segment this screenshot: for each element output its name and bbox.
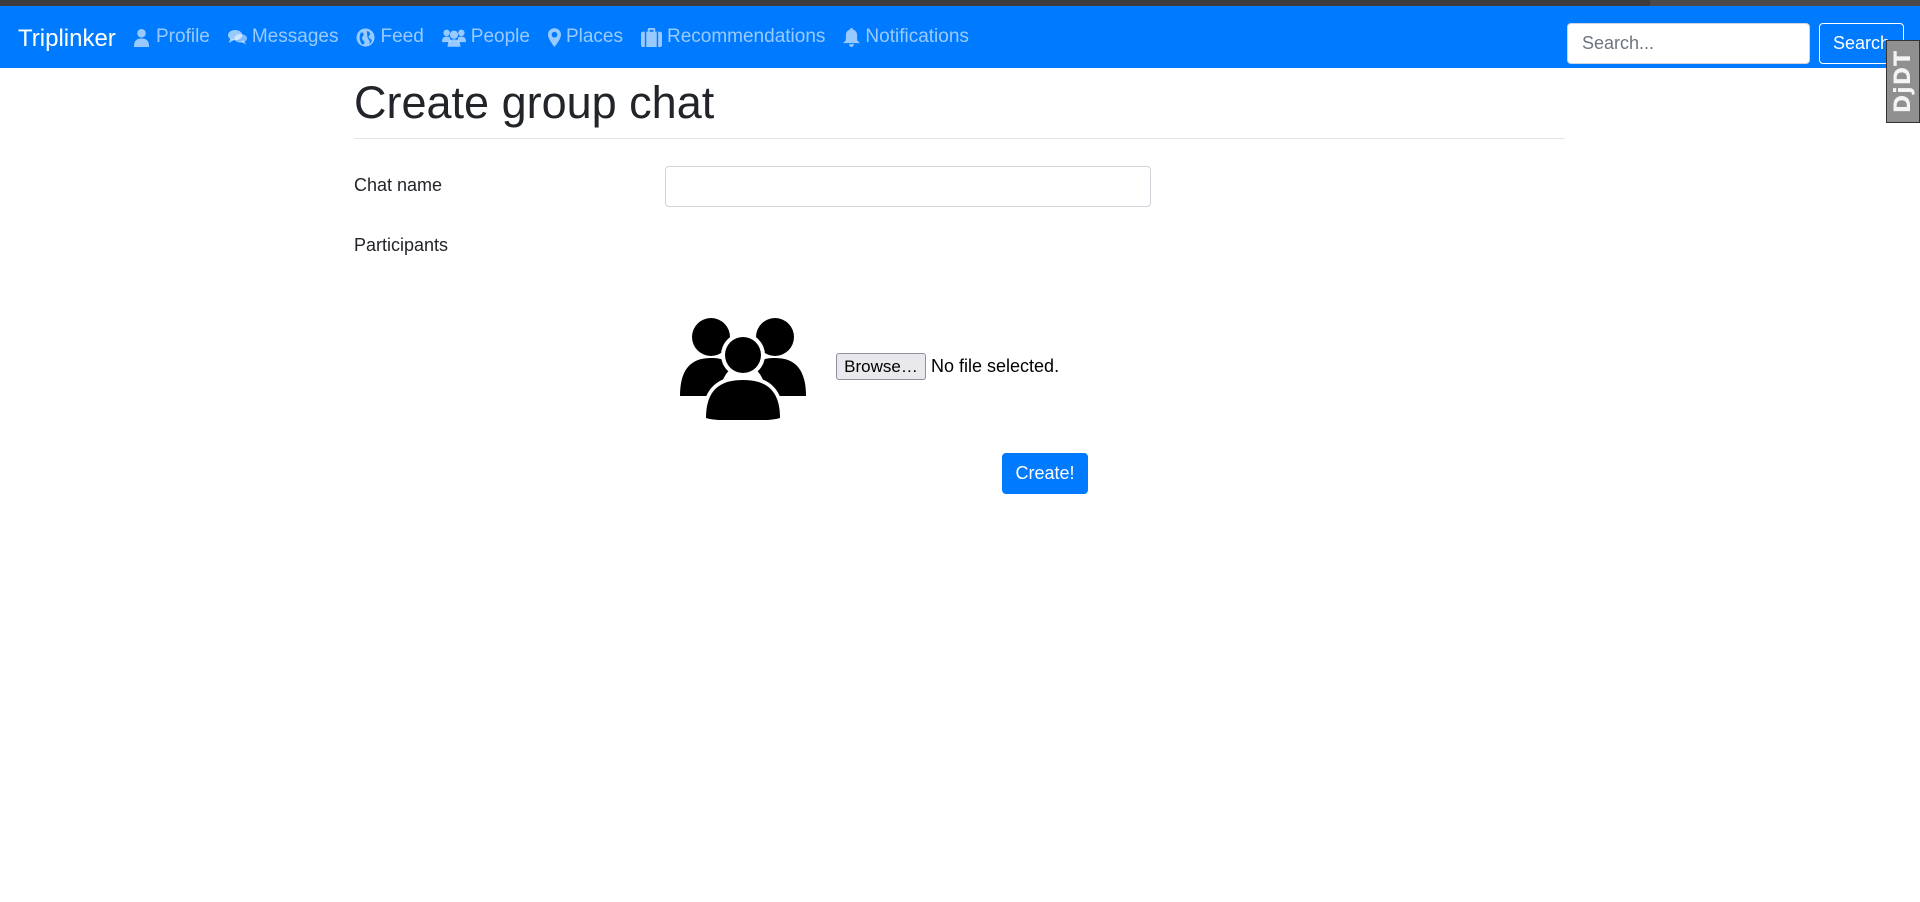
nav-item-label: Messages (251, 26, 339, 47)
nav-item-messages[interactable]: Messages (227, 25, 339, 49)
debug-toolbar-label: DjDT (1890, 49, 1916, 114)
nav-item-label: Recommendations (666, 26, 826, 47)
user-icon (133, 28, 150, 47)
file-status-text: No file selected. (931, 356, 1060, 376)
browse-button[interactable]: Browse… (836, 353, 926, 380)
nav-item-label: Feed (380, 26, 424, 47)
globe-icon (356, 27, 375, 47)
top-navbar: Triplinker Profile Messages Feed People … (0, 6, 1920, 68)
bell-icon (843, 27, 861, 47)
suitcase-icon (641, 27, 662, 47)
nav-links: Profile Messages Feed People Places Reco… (132, 25, 987, 49)
nav-item-feed[interactable]: Feed (356, 25, 424, 49)
map-marker-icon (547, 27, 561, 47)
nav-item-places[interactable]: Places (547, 25, 623, 49)
title-divider (354, 138, 1565, 139)
nav-item-recommendations[interactable]: Recommendations (641, 25, 825, 49)
create-button[interactable]: Create! (1002, 453, 1088, 494)
nav-item-people[interactable]: People (441, 25, 530, 49)
nav-item-label: People (470, 26, 530, 47)
chat-name-input[interactable] (665, 166, 1151, 207)
debug-toolbar-handle[interactable]: DjDT (1886, 40, 1920, 123)
participants-label: Participants (354, 235, 449, 255)
nav-item-label: Places (565, 26, 623, 47)
chat-name-label: Chat name (354, 175, 443, 195)
users-icon (441, 29, 466, 47)
group-users-icon (680, 318, 806, 420)
page-title: Create group chat (354, 77, 715, 128)
nav-item-profile[interactable]: Profile (132, 25, 210, 49)
nav-item-notifications[interactable]: Notifications (843, 25, 969, 49)
search-input[interactable] (1567, 23, 1810, 64)
nav-item-label: Notifications (865, 26, 969, 47)
brand-link[interactable]: Triplinker (18, 25, 116, 53)
nav-item-label: Profile (156, 26, 210, 47)
comments-icon (227, 29, 247, 45)
